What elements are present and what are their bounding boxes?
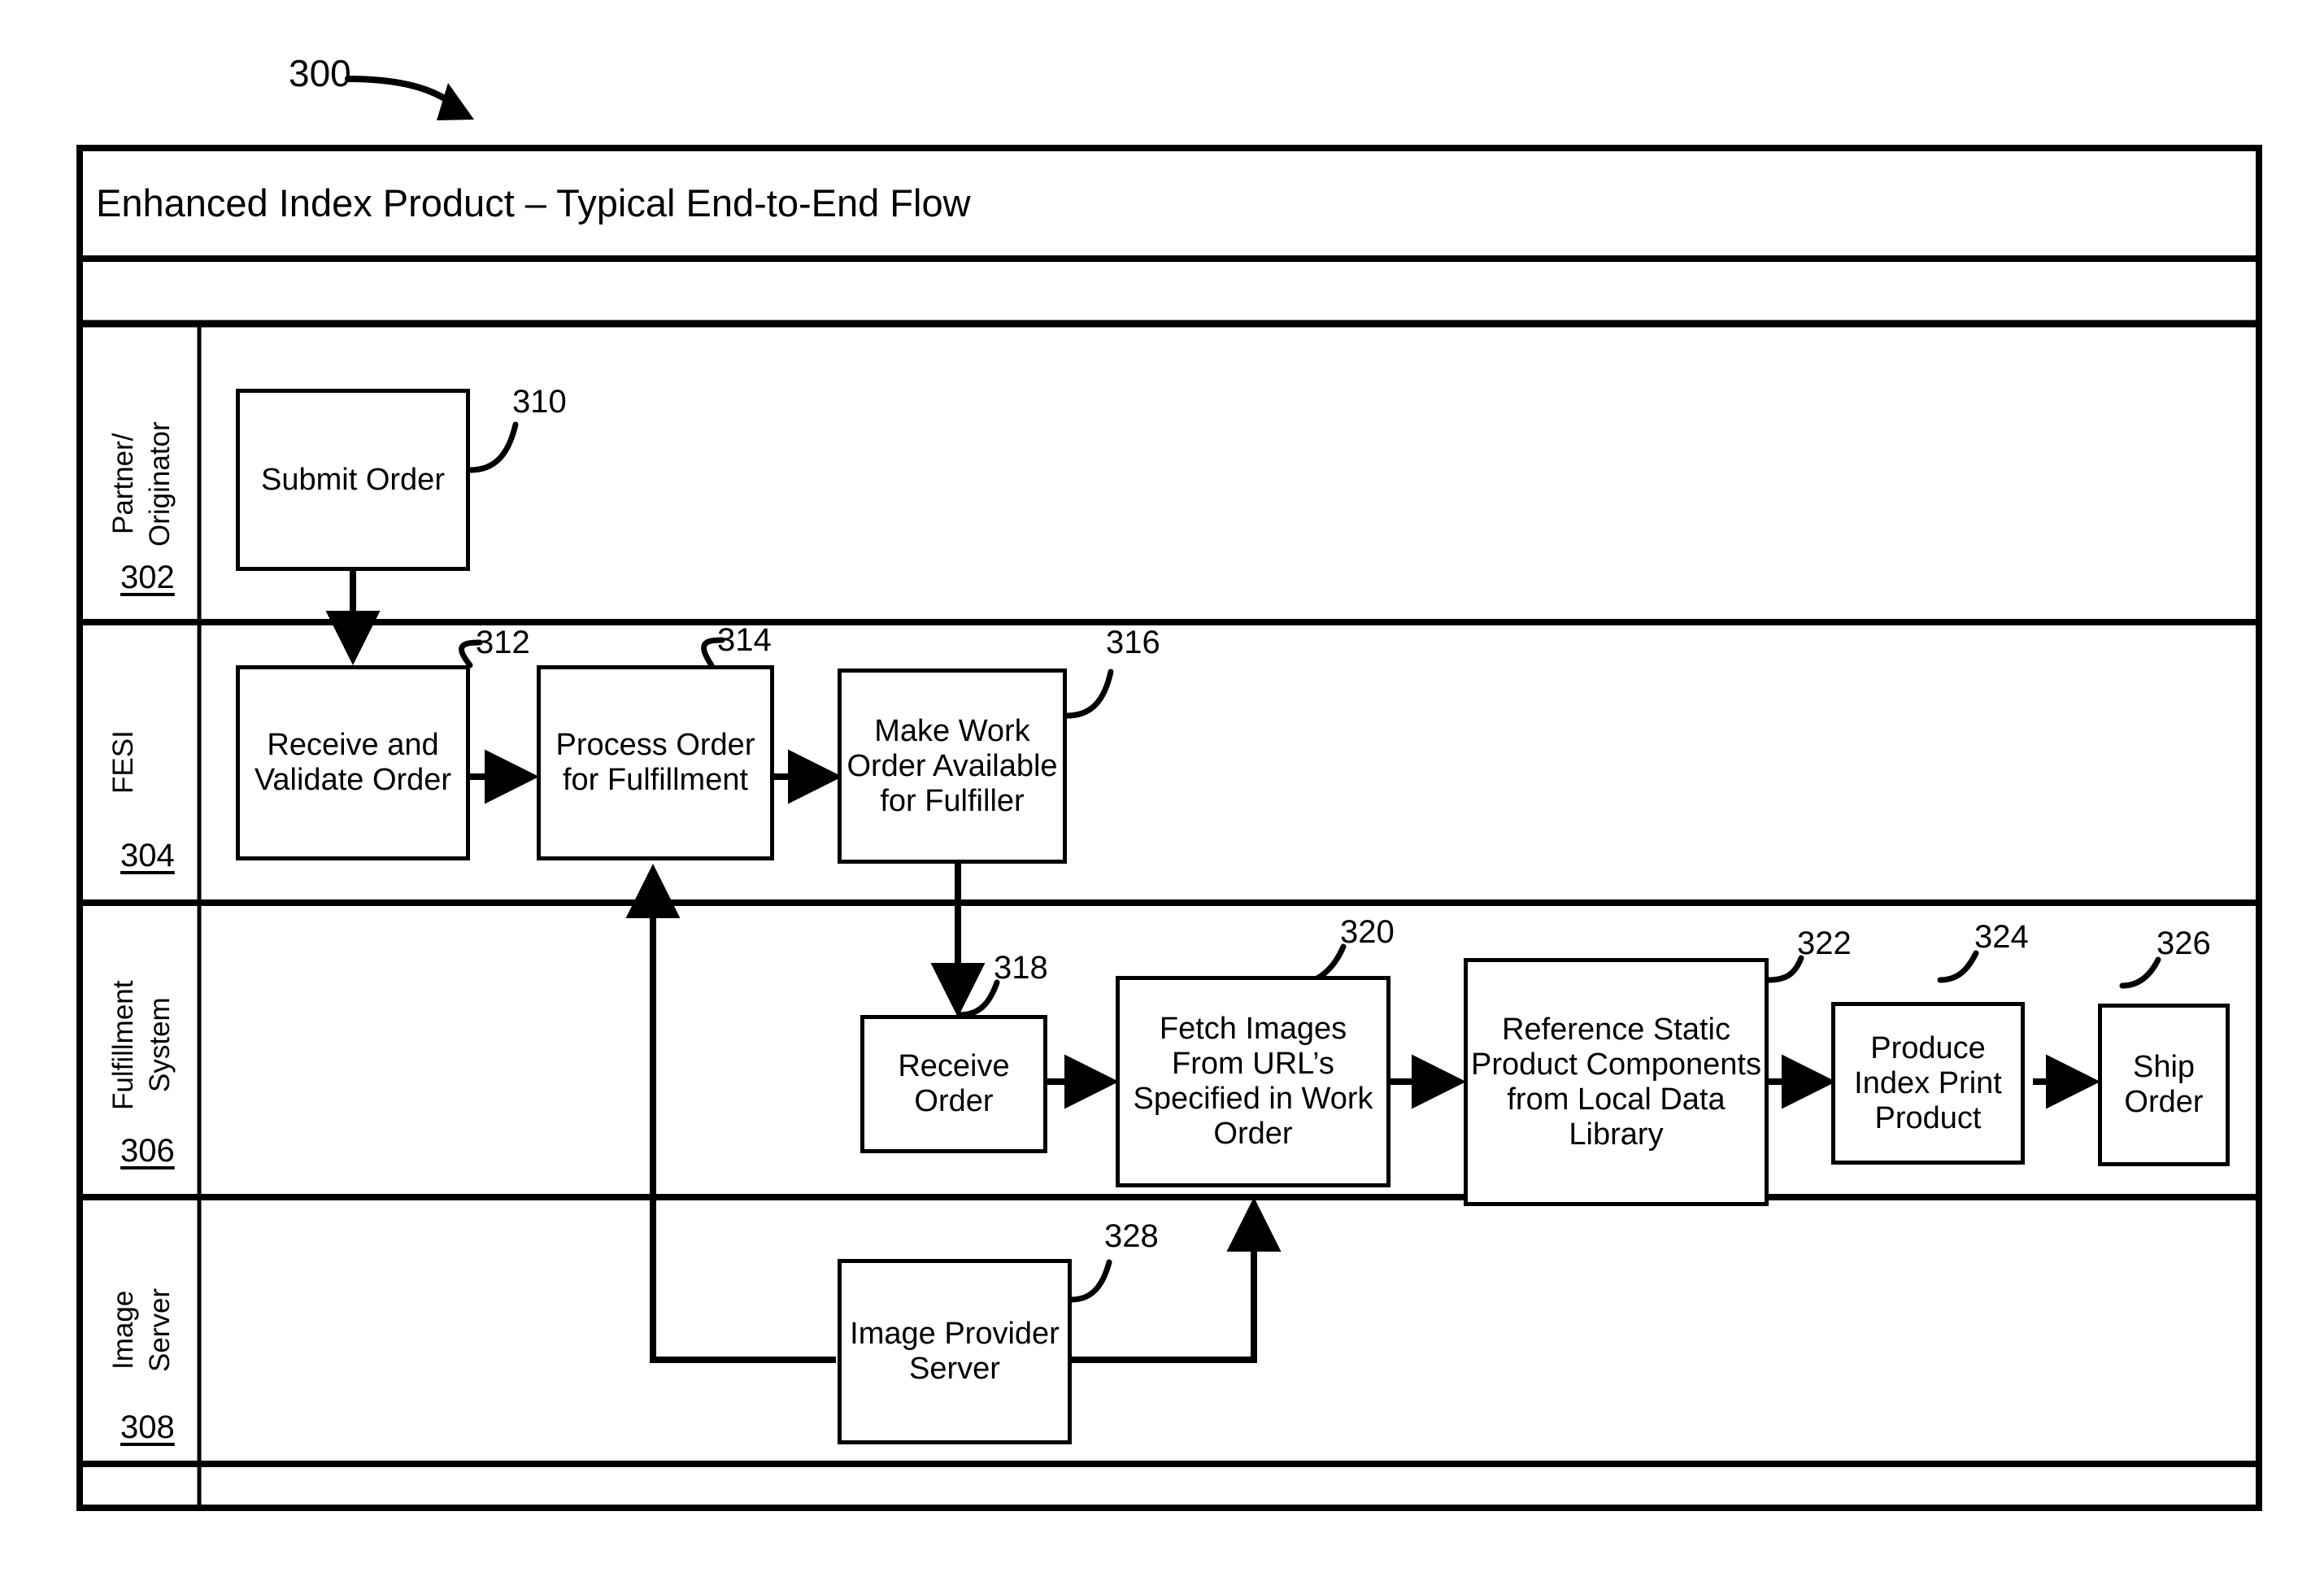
ref-number-320: 320: [1340, 914, 1395, 950]
figure-number: 300: [289, 52, 351, 94]
process-box-produce-index-print-product[interactable]: Produce Index Print Product: [1831, 1002, 2025, 1165]
leader-310: [467, 421, 519, 473]
lane-label-fesi: FESI: [107, 730, 139, 794]
process-box-label: Make Work Order Available for Fulfiller: [846, 713, 1058, 818]
process-box-submit-order[interactable]: Submit Order: [236, 389, 470, 571]
process-box-label: Submit Order: [261, 462, 445, 497]
lane-label-image-server: Image Server: [107, 1287, 176, 1372]
process-box-label: Fetch Images From URL’s Specified in Wor…: [1133, 1012, 1373, 1151]
process-box-image-provider-server[interactable]: Image Provider Server: [838, 1259, 1072, 1444]
ref-number-312: 312: [476, 625, 530, 660]
process-box-label: Receive and Validate Order: [254, 728, 452, 797]
process-box-reference-static-product-components[interactable]: Reference Static Product Components from…: [1464, 958, 1769, 1206]
leader-316: [1064, 669, 1114, 719]
connector-328-to-314: [625, 864, 836, 1363]
lane-label-fulfillment-system: Fulfillment System: [107, 980, 176, 1110]
figure-number-leader: [345, 76, 474, 120]
leader-324: [1937, 950, 1979, 983]
process-box-label: Reference Static Product Components from…: [1471, 1012, 1761, 1152]
leader-326: [2119, 956, 2161, 989]
ref-number-316: 316: [1106, 625, 1160, 660]
process-box-make-work-order-available-for-fulfiller[interactable]: Make Work Order Available for Fulfiller: [838, 669, 1067, 864]
process-box-receive-order[interactable]: Receive Order: [860, 1015, 1047, 1153]
lane-ref-308: 308: [120, 1409, 175, 1445]
leader-328: [1068, 1259, 1112, 1303]
lane-ref-306: 306: [120, 1133, 175, 1169]
process-box-fetch-images-from-urls[interactable]: Fetch Images From URL’s Specified in Wor…: [1116, 976, 1390, 1187]
ref-number-322: 322: [1797, 926, 1852, 961]
process-box-receive-and-validate-order[interactable]: Receive and Validate Order: [236, 665, 470, 860]
ref-number-326: 326: [2156, 926, 2211, 961]
leader-322: [1765, 955, 1804, 983]
ref-number-314: 314: [717, 622, 772, 658]
ref-number-328: 328: [1104, 1218, 1159, 1254]
ref-number-310: 310: [512, 384, 567, 420]
process-box-label: Ship Order: [2124, 1050, 2204, 1119]
process-box-label: Image Provider Server: [850, 1317, 1060, 1386]
process-box-label: Produce Index Print Product: [1854, 1030, 2002, 1135]
process-box-ship-order[interactable]: Ship Order: [2098, 1004, 2230, 1166]
page-title: Enhanced Index Product – Typical End-to-…: [96, 181, 971, 224]
figure-canvas: 300 Enhanced Index Product – Typical End…: [0, 0, 2324, 1581]
process-box-label: Receive Order: [898, 1049, 1010, 1118]
lane-label-partner-originator: Partner/ Originator: [107, 421, 176, 547]
lane-ref-302: 302: [120, 560, 175, 595]
process-box-label: Process Order for Fulfillment: [555, 728, 755, 797]
process-box-process-order-for-fulfillment[interactable]: Process Order for Fulfillment: [537, 665, 774, 860]
lane-ref-304: 304: [120, 838, 175, 873]
leader-318: [956, 979, 1000, 1018]
ref-number-318: 318: [994, 950, 1048, 986]
ref-number-324: 324: [1974, 919, 2029, 955]
